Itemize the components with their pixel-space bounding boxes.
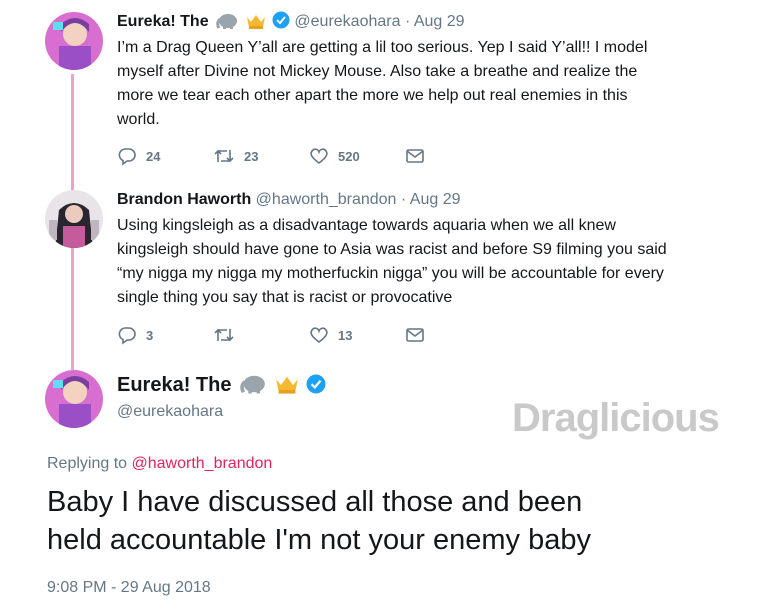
crown-icon xyxy=(275,374,299,400)
tweet-text-line: Using kingsleigh as a disadvantage towar… xyxy=(117,217,616,234)
tweet-text-line: world. xyxy=(117,111,160,128)
tweet-date[interactable]: Aug 29 xyxy=(414,13,465,30)
author-handle[interactable]: @eurekaohara xyxy=(117,402,223,422)
author-name[interactable]: Eureka! The xyxy=(117,13,209,30)
timestamp[interactable]: 9:08 PM - 29 Aug 2018 xyxy=(47,578,211,598)
elephant-icon xyxy=(240,374,266,400)
replying-to: Replying to @haworth_brandon xyxy=(47,454,272,474)
envelope-icon xyxy=(406,328,424,342)
watermark-logo: Draglicious xyxy=(512,396,720,440)
main-tweet-line: Baby I have discussed all those and been xyxy=(47,486,583,518)
reply-icon xyxy=(118,327,136,345)
reply-icon xyxy=(118,148,136,166)
like-count: 520 xyxy=(338,148,360,164)
main-tweet-line: held accountable I'm not your enemy baby xyxy=(47,524,591,556)
heart-icon xyxy=(310,148,328,165)
mention-link[interactable]: @haworth_brandon xyxy=(132,455,273,472)
reply-count: 3 xyxy=(146,327,154,343)
reply-button[interactable]: 24 xyxy=(117,146,213,166)
envelope-icon xyxy=(406,149,424,163)
author-handle[interactable]: @haworth_brandon xyxy=(256,191,397,208)
like-button[interactable]: 13 xyxy=(309,325,405,345)
tweet-text-line: kingsleigh should have gone to Asia was … xyxy=(117,241,667,258)
direct-message-button[interactable] xyxy=(405,326,434,344)
retweet-icon xyxy=(214,328,234,342)
replying-prefix: Replying to xyxy=(47,455,128,472)
elephant-icon xyxy=(216,13,238,35)
verified-badge-icon xyxy=(272,11,290,35)
avatar[interactable] xyxy=(45,190,103,248)
heart-icon xyxy=(310,327,328,344)
direct-message-button[interactable] xyxy=(405,147,434,165)
reply-button[interactable]: 3 xyxy=(117,325,213,345)
tweet-text-line: I’m a Drag Queen Y’all are getting a lil… xyxy=(117,39,648,56)
tweet-text-line: myself after Divine not Mickey Mouse. Al… xyxy=(117,63,638,80)
reply-count: 24 xyxy=(146,148,161,164)
retweet-count: 23 xyxy=(244,148,259,164)
retweet-icon xyxy=(214,149,234,163)
separator-dot: · xyxy=(404,13,411,30)
tweet-text: Using kingsleigh as a disadvantage towar… xyxy=(117,214,737,310)
tweet-text-line: “my nigga my nigga my motherfuckin nigga… xyxy=(117,265,664,282)
author-name[interactable]: Brandon Haworth xyxy=(117,191,251,208)
crown-icon xyxy=(246,13,266,35)
tweet-text-line: more we tear each other apart the more w… xyxy=(117,87,628,104)
avatar[interactable] xyxy=(45,12,103,70)
avatar[interactable] xyxy=(45,370,103,428)
retweet-button[interactable]: 23 xyxy=(213,146,309,166)
author-handle[interactable]: @eurekaohara xyxy=(294,13,400,30)
author-name[interactable]: Eureka! The xyxy=(117,374,231,396)
like-count: 13 xyxy=(338,327,353,343)
separator-dot: · xyxy=(400,191,407,208)
tweet-text: I’m a Drag Queen Y’all are getting a lil… xyxy=(117,36,737,132)
verified-badge-icon xyxy=(306,374,326,400)
tweet-date[interactable]: Aug 29 xyxy=(410,191,461,208)
main-tweet-text: Baby I have discussed all those and been… xyxy=(47,483,591,559)
retweet-button[interactable] xyxy=(213,325,309,345)
tweet-text-line: single thing you say that is racist or p… xyxy=(117,289,453,306)
like-button[interactable]: 520 xyxy=(309,146,405,166)
